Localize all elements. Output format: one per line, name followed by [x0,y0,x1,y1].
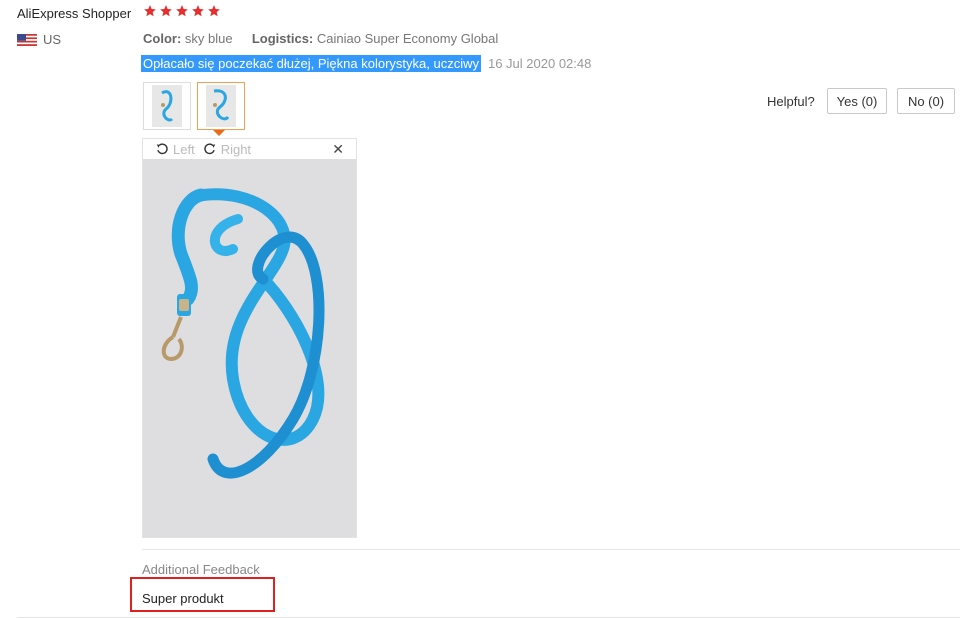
rotate-left-button[interactable]: Left [155,142,195,157]
review-photo-thumbnail-selected[interactable] [197,82,245,130]
review-line: Opłacało się poczekać dłużej, Piękna kol… [141,55,591,72]
photo-viewer-toolbar: Left Right ✕ [143,139,356,159]
star-icon [192,5,204,17]
buyer-name: AliExpress Shopper [17,6,132,21]
rotate-left-icon [156,143,168,155]
star-icon [144,5,156,17]
review-divider [17,617,960,618]
star-rating [143,4,221,18]
star-icon [176,5,188,17]
helpful-no-button[interactable]: No (0) [897,88,955,114]
review-photo-large [143,159,356,537]
buyer-country: US [17,32,61,47]
star-icon [208,5,220,17]
additional-feedback-label: Additional Feedback [142,562,260,577]
additional-feedback-text: Super produkt [142,591,224,606]
country-code: US [43,32,62,47]
us-flag-icon [17,33,37,46]
rotate-right-label: Right [220,141,252,157]
review-date: 16 Jul 2020 02:48 [487,56,592,71]
lanyard-thumb-image [206,85,236,127]
rotate-left-label: Left [173,141,195,157]
review-photo-thumbnail[interactable] [143,82,191,130]
selected-thumb-caret [213,130,225,136]
review-text: Opłacało się poczekać dłużej, Piękna kol… [141,55,481,72]
helpful-yes-button[interactable]: Yes (0) [827,88,887,114]
star-icon [160,5,172,17]
lanyard-thumb-image [152,85,182,127]
section-divider [142,549,960,550]
rotate-right-icon [203,143,215,155]
helpful-label: Helpful? [767,94,815,109]
logistics-value: Cainiao Super Economy Global [316,31,499,46]
color-value: sky blue [184,31,233,46]
color-label: Color: [143,31,182,46]
review-meta: Color: sky blue Logistics: Cainiao Super… [143,31,498,46]
logistics-label: Logistics: [251,31,314,46]
rotate-right-button[interactable]: Right [203,142,251,157]
close-icon[interactable]: ✕ [332,141,344,158]
